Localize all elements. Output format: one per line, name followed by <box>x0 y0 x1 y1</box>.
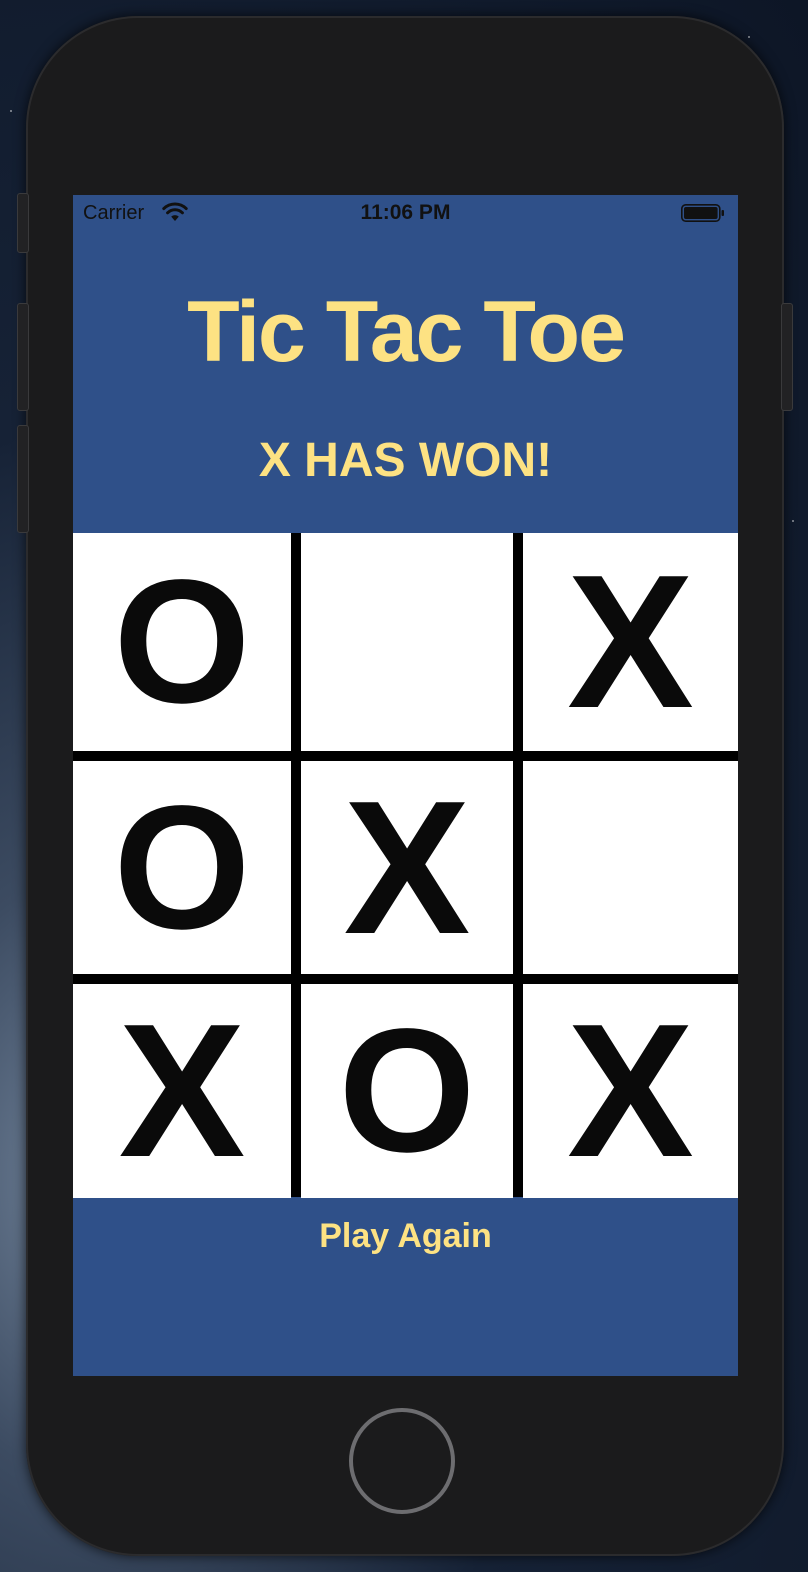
cell-mark: X <box>567 985 694 1197</box>
cell-mark: O <box>338 993 476 1189</box>
app-screen: Carrier 11:06 PM Tic Tac Toe X HAS WON! … <box>73 195 738 1376</box>
cell-mark: X <box>567 536 694 748</box>
volume-down-button <box>17 425 29 533</box>
board-cell[interactable]: X <box>523 984 738 1198</box>
board-cell[interactable]: X <box>523 533 738 751</box>
cell-mark: X <box>118 985 246 1197</box>
cell-mark: O <box>113 769 251 966</box>
mute-switch <box>17 193 29 253</box>
board-cell[interactable]: O <box>301 984 513 1198</box>
wallpaper-star <box>748 36 750 38</box>
home-button[interactable] <box>349 1408 455 1514</box>
board-cell[interactable] <box>301 533 513 751</box>
status-time: 11:06 PM <box>360 201 451 224</box>
wallpaper-star <box>792 520 794 522</box>
play-again-button[interactable]: Play Again <box>73 1217 738 1256</box>
game-board: O X O X X O X <box>73 533 738 1198</box>
status-bar: Carrier 11:06 PM <box>73 195 738 231</box>
page-title: Tic Tac Toe <box>187 284 626 380</box>
game-status-message: X HAS WON! <box>258 434 553 487</box>
battery-full-icon <box>681 204 724 222</box>
volume-up-button <box>17 303 29 411</box>
board-cell[interactable]: X <box>301 761 513 974</box>
board-cell[interactable]: O <box>73 761 291 974</box>
board-cell[interactable]: X <box>73 984 291 1198</box>
power-button <box>781 303 793 411</box>
cell-mark: O <box>113 544 251 740</box>
wallpaper-star <box>10 110 12 112</box>
board-cell[interactable] <box>523 761 738 974</box>
board-cell[interactable]: O <box>73 533 291 751</box>
cell-mark: X <box>343 761 471 974</box>
